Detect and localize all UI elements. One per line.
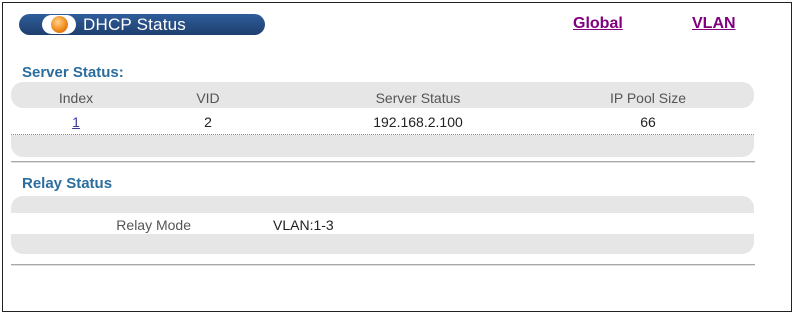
column-header-server-status: Server Status <box>375 90 461 106</box>
section-divider-bottom <box>11 264 755 266</box>
page-title: DHCP Status <box>83 15 186 34</box>
server-table-footer <box>11 135 754 157</box>
column-header-ip-pool-size: IP Pool Size <box>609 90 686 106</box>
section-divider <box>11 161 755 163</box>
column-header-vid: VID <box>196 90 220 106</box>
relay-mode-value: VLAN:1-3 <box>273 217 334 233</box>
table-row: 1 2 192.168.2.100 66 <box>11 109 754 135</box>
server-status-cell: 192.168.2.100 <box>373 114 463 130</box>
index-link[interactable]: 1 <box>33 114 119 130</box>
title-banner: DHCP Status <box>19 14 265 35</box>
vid-cell: 2 <box>204 114 212 130</box>
relay-status-title: Relay Status <box>22 175 113 192</box>
orange-orb-icon <box>51 16 68 33</box>
relay-mode-label: Relay Mode <box>116 217 191 233</box>
vlan-link[interactable]: VLAN <box>692 15 736 33</box>
server-status-title: Server Status: <box>22 64 124 81</box>
relay-table-footer <box>11 234 754 254</box>
global-link[interactable]: Global <box>573 15 623 33</box>
column-header-index: Index <box>58 90 94 106</box>
page-frame: DHCP Status Global VLAN Server Status: I… <box>2 2 792 312</box>
ip-pool-size-cell: 66 <box>640 114 656 130</box>
